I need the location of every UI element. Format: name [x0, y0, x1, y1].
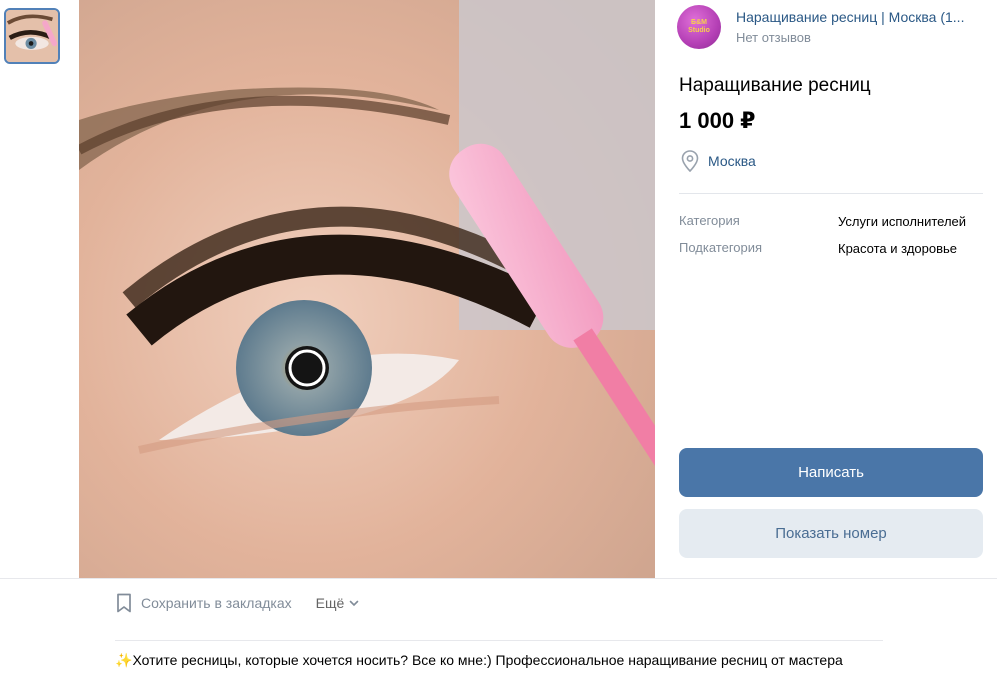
item-title: Наращивание ресниц	[679, 75, 871, 96]
more-button[interactable]: Ещё	[316, 595, 361, 611]
thumbnail-eye-image	[6, 10, 58, 62]
property-key: Категория	[679, 213, 740, 228]
avatar-logo-line-1: Б&М	[691, 19, 707, 26]
bookmark-icon	[117, 593, 131, 613]
property-row-category: Категория Услуги исполнителей	[679, 213, 989, 231]
seller-avatar[interactable]: Б&М Studio	[677, 5, 721, 49]
property-value: Красота и здоровье	[838, 241, 958, 256]
description-text: Хотите ресницы, которые хочется носить? …	[132, 652, 843, 668]
property-value: Услуги исполнителей	[838, 214, 967, 229]
item-description: ✨Хотите ресницы, которые хочется носить?…	[115, 652, 843, 669]
more-label: Ещё	[315, 595, 345, 611]
item-price: 1 000 ₽	[679, 108, 756, 133]
seller-reviews: Нет отзывов	[736, 30, 811, 45]
avatar-logo-line-2: Studio	[688, 27, 710, 34]
chevron-down-icon	[349, 600, 359, 607]
divider	[115, 640, 883, 641]
thumbnail-column	[0, 0, 79, 578]
bookmark-label: Сохранить в закладках	[141, 595, 292, 611]
property-key: Подкатегория	[679, 240, 763, 255]
item-details-panel: Б&М Studio Наращивание ресниц | Москва (…	[655, 0, 997, 578]
divider	[0, 578, 997, 579]
bookmark-button[interactable]: Сохранить в закладках	[115, 593, 292, 613]
property-row-subcategory: Подкатегория Красота и здоровье	[679, 240, 989, 258]
seller-name-link[interactable]: Наращивание ресниц | Москва (1...	[736, 9, 976, 25]
item-properties: Категория Услуги исполнителей Подкатегор…	[679, 213, 989, 267]
location-text: Москва	[708, 153, 756, 169]
sparkles-icon: ✨	[115, 652, 133, 668]
write-message-button[interactable]: Написать	[679, 448, 983, 497]
item-actions-bar: Сохранить в закладках Ещё	[115, 593, 360, 613]
main-photo[interactable]	[79, 0, 655, 578]
location-pin-icon	[681, 150, 699, 172]
divider	[679, 193, 983, 194]
eyelash-photo-image	[79, 0, 655, 578]
item-location[interactable]: Москва	[681, 150, 756, 172]
photo-thumbnail[interactable]	[4, 8, 60, 64]
seller-header[interactable]: Б&М Studio Наращивание ресниц | Москва (…	[677, 4, 987, 50]
show-phone-button[interactable]: Показать номер	[679, 509, 983, 558]
